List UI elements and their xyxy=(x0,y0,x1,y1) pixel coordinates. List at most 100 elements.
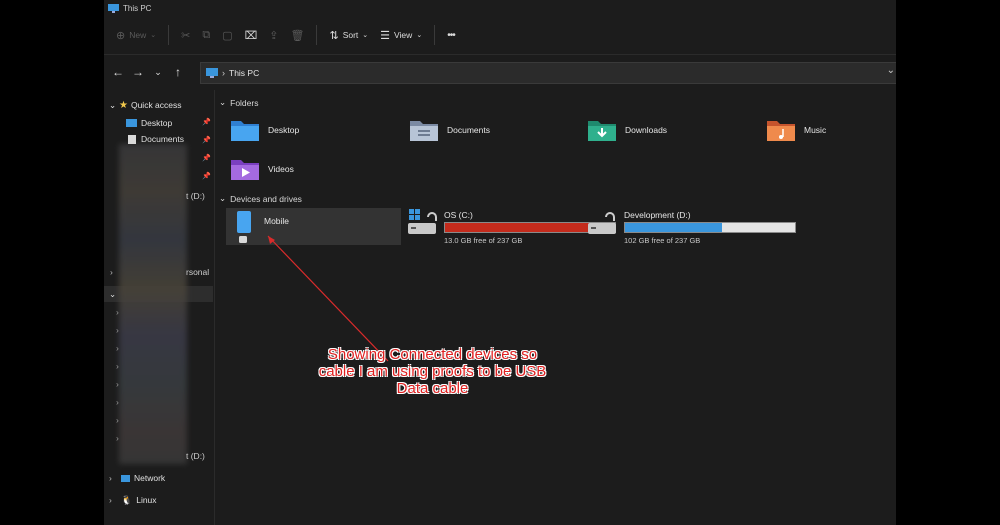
folder-tile-desktop[interactable]: Desktop xyxy=(230,118,299,142)
more-options-button[interactable]: ••• xyxy=(441,23,461,47)
command-bar: ⊕ New ⌄ ✂ ⧉ ▢ ⌧ ⇪ 🗑 ⇅ Sort ⌄ ☰ View ⌄ ••… xyxy=(104,16,896,55)
rename-button[interactable]: ⌧ xyxy=(239,23,264,47)
new-label: New xyxy=(129,30,147,40)
pin-icon[interactable]: 📌 xyxy=(202,136,211,144)
folder-tile-downloads[interactable]: Downloads xyxy=(587,118,667,142)
folder-label: Videos xyxy=(268,164,294,174)
toolbar-divider xyxy=(168,25,170,45)
chevron-down-icon[interactable]: ⌄ xyxy=(109,286,116,302)
drive-label: Development (D:) xyxy=(624,210,691,220)
sort-label: Sort xyxy=(342,30,359,40)
music-folder-icon xyxy=(767,121,795,141)
forward-arrow-icon[interactable]: → xyxy=(128,65,148,79)
chevron-down-icon: ⌄ xyxy=(219,97,227,107)
address-dropdown-chevron-icon[interactable]: ⌄ xyxy=(887,65,895,76)
pin-icon[interactable]: 📌 xyxy=(202,118,211,126)
sidebar-item-label: Desktop xyxy=(141,118,173,128)
quick-access-label: Quick access xyxy=(130,100,182,110)
clipboard-icon: ▢ xyxy=(222,29,233,42)
folder-label: Music xyxy=(804,125,827,135)
windows-drive-icon xyxy=(408,209,437,234)
chevron-right-icon[interactable]: › xyxy=(116,376,119,392)
chevron-right-icon[interactable]: › xyxy=(116,358,119,374)
chevron-right-icon[interactable]: › xyxy=(116,340,119,356)
scissors-icon: ✂ xyxy=(181,29,191,42)
new-button[interactable]: ⊕ New ⌄ xyxy=(110,23,162,47)
sidebar-item-documents[interactable]: Documents xyxy=(126,133,184,145)
sidebar-item-drive-fragment[interactable]: t (D:) xyxy=(186,188,205,204)
rename-icon: ⌧ xyxy=(244,29,258,42)
drive-icon xyxy=(588,212,616,234)
view-button[interactable]: ☰ View ⌄ xyxy=(374,23,428,47)
device-label: Mobile xyxy=(264,216,290,226)
chevron-right-icon[interactable]: › xyxy=(116,430,119,446)
sidebar-item-label: Linux xyxy=(136,495,157,505)
downloads-folder-icon xyxy=(588,121,616,141)
annotation-line: Data cable xyxy=(396,380,469,397)
sidebar-item-network[interactable]: › Network xyxy=(109,470,165,486)
star-icon: ★ xyxy=(119,99,128,111)
share-button[interactable]: ⇪ xyxy=(263,23,284,47)
navigation-pane: ⌄ ★ Quick access Desktop 📌 Documents 📌 📌… xyxy=(104,90,215,525)
devices-heading: Devices and drives xyxy=(230,193,302,204)
title-bar: This PC xyxy=(104,0,896,16)
address-bar[interactable]: › This PC ⌄ xyxy=(200,62,896,84)
chevron-right-icon: › xyxy=(109,473,112,483)
paste-button[interactable]: ▢ xyxy=(216,23,238,47)
window-title: This PC xyxy=(123,3,152,13)
devices-section-header[interactable]: ⌄ Devices and drives xyxy=(219,193,302,204)
drive-usage-bar xyxy=(624,222,796,233)
sidebar-item-desktop[interactable]: Desktop xyxy=(126,115,172,131)
sort-icon: ⇅ xyxy=(329,29,339,42)
sidebar-item-label: Network xyxy=(134,473,166,483)
pin-icon[interactable]: 📌 xyxy=(202,172,211,180)
chevron-right-icon[interactable]: › xyxy=(116,394,119,410)
pin-icon[interactable]: 📌 xyxy=(202,154,211,162)
folder-tile-videos[interactable]: Videos xyxy=(230,157,294,181)
desktop-folder-icon xyxy=(231,121,259,141)
ellipsis-icon: ••• xyxy=(447,29,455,41)
breadcrumb[interactable]: This PC xyxy=(229,68,259,78)
drive-free-space: 13.0 GB free of 237 GB xyxy=(444,236,523,245)
back-arrow-icon[interactable]: ← xyxy=(108,65,128,79)
mobile-device-icon xyxy=(237,211,251,243)
sort-button[interactable]: ⇅ Sort ⌄ xyxy=(323,23,374,47)
toolbar-divider xyxy=(316,25,318,45)
chevron-down-icon: ⌄ xyxy=(219,193,227,203)
view-label: View xyxy=(394,30,413,40)
quick-access-item[interactable]: ⌄ ★ Quick access xyxy=(109,97,182,113)
chevron-right-icon[interactable]: › xyxy=(116,322,119,338)
folder-tile-documents[interactable]: Documents xyxy=(409,118,490,142)
sidebar-item-personal-fragment[interactable]: rsonal xyxy=(186,264,209,280)
folder-tile-music[interactable]: Music xyxy=(766,118,826,142)
chevron-right-icon[interactable]: › xyxy=(116,304,119,320)
documents-folder-icon xyxy=(410,121,438,141)
drive-usage-fill xyxy=(445,223,606,232)
chevron-right-icon[interactable]: › xyxy=(116,412,119,428)
share-icon: ⇪ xyxy=(269,29,279,42)
cut-button[interactable]: ✂ xyxy=(175,23,196,47)
toolbar-divider xyxy=(434,25,436,45)
desktop-icon xyxy=(126,119,137,127)
folder-label: Documents xyxy=(447,125,490,135)
blurred-region xyxy=(119,144,187,464)
drive-free-space: 102 GB free of 237 GB xyxy=(624,236,701,245)
up-arrow-icon[interactable]: ↑ xyxy=(168,65,188,79)
drive-usage-fill xyxy=(625,223,722,232)
navigation-bar: ← → ⌄ ↑ › This PC ⌄ xyxy=(104,54,896,90)
device-tile-mobile[interactable]: Mobile xyxy=(226,208,401,245)
sidebar-item-linux[interactable]: › 🐧 Linux xyxy=(109,492,157,508)
sidebar-item-label: Documents xyxy=(141,134,184,144)
recent-locations-chevron-icon[interactable]: ⌄ xyxy=(148,67,168,78)
delete-button[interactable]: 🗑 xyxy=(285,23,311,47)
copy-button[interactable]: ⧉ xyxy=(196,23,216,47)
chevron-down-icon: ⌄ xyxy=(150,32,157,39)
documents-icon xyxy=(128,134,136,144)
folders-section-header[interactable]: ⌄ Folders xyxy=(219,97,258,108)
sidebar-item-drive-fragment[interactable]: t (D:) xyxy=(186,448,205,464)
this-pc-icon xyxy=(206,68,218,78)
trash-icon: 🗑 xyxy=(290,29,305,42)
chevron-right-icon[interactable]: › xyxy=(110,264,113,280)
annotation-line: Showing Connected devices so xyxy=(327,346,538,363)
folders-heading: Folders xyxy=(230,97,259,108)
